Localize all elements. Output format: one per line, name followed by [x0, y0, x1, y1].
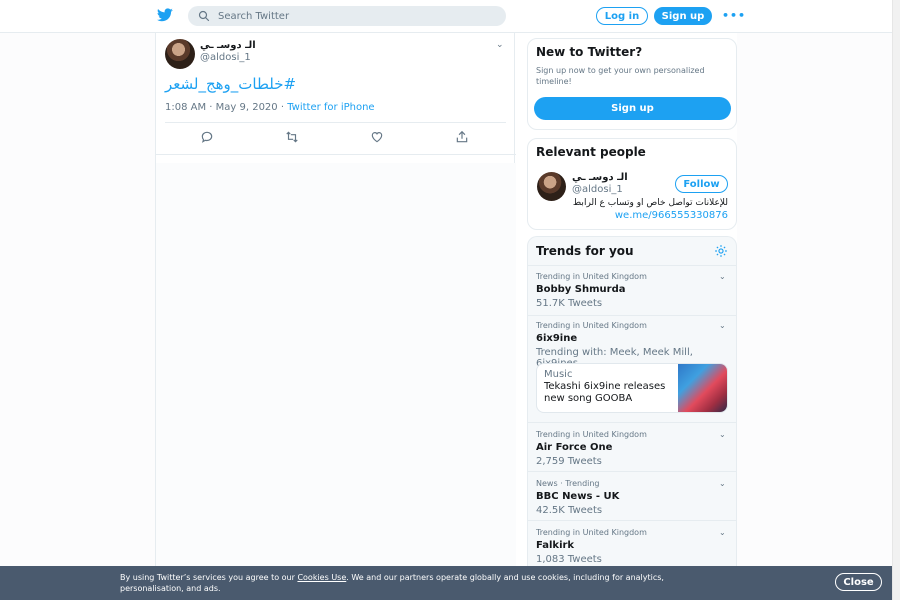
- card-title: New to Twitter?: [536, 45, 643, 59]
- chevron-down-icon[interactable]: ⌄: [719, 430, 726, 439]
- login-button[interactable]: Log in: [596, 7, 648, 25]
- cookie-text: By using Twitter’s services you agree to…: [120, 572, 720, 594]
- trend-context: Trending in United Kingdom: [536, 321, 647, 330]
- follow-button[interactable]: Follow: [675, 175, 728, 193]
- relevant-people-card: Relevant people الـ دوسـ ـي @aldosi_1 Fo…: [527, 138, 737, 230]
- tweet-timestamp: 1:08 AM · May 9, 2020 · Twitter for iPho…: [165, 102, 375, 113]
- top-navigation-bar: Log in Sign up •••: [0, 0, 892, 33]
- tweet-text-hashtag[interactable]: #خلطات_وهج_لشعر: [165, 75, 296, 93]
- reply-icon[interactable]: [200, 130, 214, 144]
- trend-media-card[interactable]: Music Tekashi 6ix9ine releases new song …: [536, 363, 728, 413]
- trends-card: Trends for you Trending in United Kingdo…: [527, 236, 737, 566]
- author-name[interactable]: الـ دوسـ ـي: [200, 40, 256, 51]
- trend-count: 51.7K Tweets: [536, 298, 603, 309]
- trend-name: Falkirk: [536, 540, 575, 551]
- cookies-use-link[interactable]: Cookies Use: [297, 573, 346, 582]
- card-title: Relevant people: [536, 145, 646, 159]
- chevron-down-icon[interactable]: ⌄: [496, 40, 504, 50]
- divider: [528, 265, 736, 266]
- trend-count: 42.5K Tweets: [536, 505, 603, 516]
- chevron-down-icon[interactable]: ⌄: [719, 272, 726, 281]
- search-icon: [198, 10, 210, 22]
- chevron-down-icon[interactable]: ⌄: [719, 321, 726, 330]
- chevron-down-icon[interactable]: ⌄: [719, 528, 726, 537]
- trend-item[interactable]: Trending in United Kingdom Bobby Shmurda…: [536, 272, 732, 309]
- trend-context: News · Trending: [536, 479, 600, 488]
- right-background: [737, 33, 892, 566]
- chevron-down-icon[interactable]: ⌄: [719, 479, 726, 488]
- search-input[interactable]: [218, 10, 478, 22]
- trend-context: Trending in United Kingdom: [536, 430, 647, 439]
- page-scrollbar[interactable]: [892, 0, 900, 600]
- empty-replies-area: [156, 163, 516, 566]
- person-handle[interactable]: @aldosi_1: [572, 184, 623, 195]
- media-thumbnail: [678, 364, 727, 412]
- twitter-bird-icon[interactable]: [157, 8, 173, 22]
- tweet-actions: [156, 130, 516, 146]
- trend-context: Trending in United Kingdom: [536, 528, 647, 537]
- tweet-time[interactable]: 1:08 AM · May 9, 2020 ·: [165, 102, 287, 113]
- tweet-source-link[interactable]: Twitter for iPhone: [287, 102, 374, 113]
- trend-count: 2,759 Tweets: [536, 456, 602, 467]
- close-button[interactable]: Close: [835, 573, 882, 591]
- share-icon[interactable]: [455, 130, 469, 144]
- divider: [165, 122, 506, 123]
- divider: [528, 315, 736, 316]
- trend-name: 6ix9ine: [536, 333, 578, 344]
- signup-big-button[interactable]: Sign up: [534, 97, 731, 120]
- trend-item[interactable]: Trending in United Kingdom 6ix9ine Trend…: [536, 321, 732, 369]
- person-bio: للإعلانات تواصل خاص او وتساب ع الرابط: [572, 198, 728, 208]
- signup-button[interactable]: Sign up: [654, 7, 712, 25]
- person-name[interactable]: الـ دوسـ ـي: [572, 172, 628, 183]
- bio-link[interactable]: we.me/966555330876: [615, 210, 728, 221]
- media-category: Music: [544, 369, 573, 380]
- left-background: [0, 33, 155, 566]
- cookie-consent-banner: By using Twitter’s services you agree to…: [0, 566, 892, 600]
- trend-item[interactable]: Trending in United Kingdom Air Force One…: [536, 430, 732, 467]
- trends-title: Trends for you: [536, 244, 634, 258]
- tweet-detail-column: الـ دوسـ ـي @aldosi_1 ⌄ #خلطات_وهج_لشعر …: [155, 33, 516, 566]
- search-box[interactable]: [188, 6, 506, 26]
- new-to-twitter-card: New to Twitter? Sign up now to get your …: [527, 38, 737, 130]
- author-handle[interactable]: @aldosi_1: [200, 52, 251, 63]
- trend-item[interactable]: Trending in United Kingdom Falkirk 1,083…: [536, 528, 732, 565]
- more-options-icon[interactable]: •••: [722, 9, 746, 22]
- divider: [528, 422, 736, 423]
- trend-name: Bobby Shmurda: [536, 284, 626, 295]
- divider: [156, 154, 516, 155]
- media-headline: Tekashi 6ix9ine releases new song GOOBA: [544, 381, 666, 404]
- trend-name: Air Force One: [536, 442, 613, 453]
- card-subtitle: Sign up now to get your own personalized…: [536, 66, 705, 86]
- divider: [528, 471, 736, 472]
- trend-item[interactable]: News · Trending BBC News - UK 42.5K Twee…: [536, 479, 732, 516]
- trend-context: Trending in United Kingdom: [536, 272, 647, 281]
- divider: [528, 520, 736, 521]
- gear-icon[interactable]: [714, 244, 728, 258]
- trend-count: 1,083 Tweets: [536, 554, 602, 565]
- like-heart-icon[interactable]: [370, 130, 384, 144]
- author-avatar[interactable]: [165, 39, 195, 69]
- cookie-text-before: By using Twitter’s services you agree to…: [120, 573, 298, 582]
- avatar[interactable]: [537, 172, 566, 201]
- retweet-icon[interactable]: [285, 130, 299, 144]
- trend-name: BBC News - UK: [536, 491, 620, 502]
